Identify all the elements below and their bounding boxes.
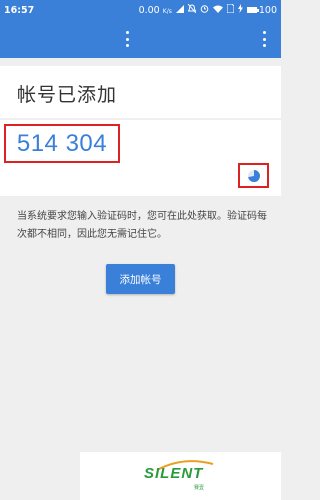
status-bar: 16:57 0.00 K/s 100 bbox=[0, 0, 281, 20]
wifi-icon bbox=[212, 5, 223, 16]
battery-level: 100 bbox=[258, 4, 277, 16]
watermark-subtext: 赛壹 bbox=[194, 485, 205, 491]
charging-icon bbox=[237, 4, 243, 16]
sim-icon bbox=[226, 3, 235, 16]
add-account-button[interactable]: 添加帐号 bbox=[106, 264, 175, 294]
countdown-timer-icon bbox=[247, 169, 260, 182]
timer-highlight bbox=[238, 163, 269, 188]
app-bar bbox=[0, 20, 281, 58]
verification-code[interactable]: 514 304 bbox=[17, 130, 107, 158]
watermark: SILENT 赛壹 bbox=[80, 452, 281, 500]
overflow-menu-icon[interactable] bbox=[124, 31, 130, 47]
page-title: 帐号已添加 bbox=[17, 84, 118, 106]
code-card: 514 304 bbox=[0, 120, 281, 196]
header-card: 帐号已添加 bbox=[0, 66, 281, 118]
overflow-menu-icon[interactable] bbox=[261, 31, 267, 47]
status-icons: 0.00 K/s 100 bbox=[138, 3, 277, 16]
network-speed: 0.00 K/s bbox=[138, 4, 172, 16]
watermark-logo: SILENT bbox=[144, 465, 204, 482]
status-time: 16:57 bbox=[4, 4, 35, 16]
verification-code-highlight: 514 304 bbox=[4, 124, 120, 163]
info-text: 当系统要求您输入验证码时，您可在此处获取。验证码每次都不相同，因此您无需记住它。 bbox=[17, 211, 267, 240]
signal-icon bbox=[175, 4, 184, 16]
mute-icon bbox=[187, 3, 197, 16]
battery-icon: 100 bbox=[246, 4, 277, 16]
alarm-icon bbox=[200, 4, 209, 16]
